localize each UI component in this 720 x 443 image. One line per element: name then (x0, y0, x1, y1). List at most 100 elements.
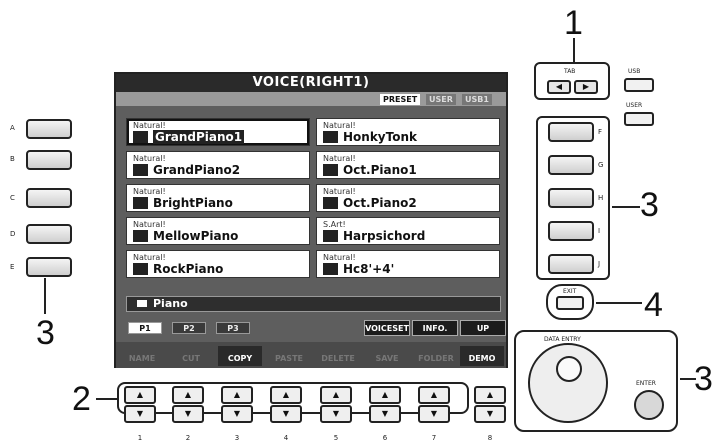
voice-category: S.Art! (323, 220, 346, 229)
button-i-label: I (598, 227, 601, 235)
button-d[interactable] (26, 224, 72, 244)
voice-name: MellowPiano (153, 229, 239, 243)
button-5-down[interactable]: ▼ (320, 405, 352, 423)
button-1-up[interactable]: ▲ (124, 386, 156, 404)
voice-item[interactable]: Natural! Oct.Piano1 (316, 151, 500, 179)
folder-path: Piano (126, 296, 501, 312)
piano-icon (133, 131, 148, 143)
button-h-label: H (598, 194, 604, 202)
button-5-up[interactable]: ▲ (320, 386, 352, 404)
func-name[interactable]: NAME (120, 346, 164, 366)
func-paste[interactable]: PASTE (267, 346, 311, 366)
button-3-down[interactable]: ▼ (221, 405, 253, 423)
button-c[interactable] (26, 188, 72, 208)
enter-button[interactable] (634, 390, 664, 420)
button-4-label: 4 (283, 434, 289, 442)
button-8-up[interactable]: ▲ (474, 386, 506, 404)
button-a-label: A (10, 124, 15, 132)
data-entry-label: DATA ENTRY (544, 336, 581, 343)
piano-icon (133, 164, 148, 176)
info-button[interactable]: INFO. (412, 320, 458, 336)
piano-icon (323, 164, 338, 176)
func-copy[interactable]: COPY (218, 346, 262, 366)
data-entry-dial[interactable] (528, 343, 608, 423)
tab-usb1[interactable]: USB1 (462, 94, 492, 105)
button-f[interactable] (548, 122, 594, 142)
button-2-label: 2 (185, 434, 191, 442)
voice-name: Harpsichord (343, 229, 426, 243)
button-6-up[interactable]: ▲ (369, 386, 401, 404)
button-6-label: 6 (382, 434, 388, 442)
bottom-button-2: ▲ ▼ (172, 386, 204, 426)
button-4-down[interactable]: ▼ (270, 405, 302, 423)
button-g[interactable] (548, 155, 594, 175)
func-delete[interactable]: DELETE (316, 346, 360, 366)
button-3-label: 3 (234, 434, 240, 442)
button-c-label: C (10, 194, 15, 202)
tab-p3[interactable]: P3 (216, 322, 250, 334)
callout-4: 4 (644, 286, 663, 324)
func-cut[interactable]: CUT (169, 346, 213, 366)
voice-item[interactable]: Natural! Oct.Piano2 (316, 184, 500, 212)
voice-item[interactable]: Natural! HonkyTonk (316, 118, 500, 146)
harpsichord-icon (323, 230, 338, 242)
button-6-down[interactable]: ▼ (369, 405, 401, 423)
button-7-up[interactable]: ▲ (418, 386, 450, 404)
tab-p2[interactable]: P2 (172, 322, 206, 334)
voice-category: Natural! (133, 154, 166, 163)
folder-icon (137, 300, 147, 307)
voice-item[interactable]: S.Art! Harpsichord (316, 217, 500, 245)
button-8-down[interactable]: ▼ (474, 405, 506, 423)
voice-item[interactable]: Natural! GrandPiano2 (126, 151, 310, 179)
usb-button[interactable] (624, 78, 654, 92)
tab-p1[interactable]: P1 (128, 322, 162, 334)
bottom-button-5: ▲ ▼ (320, 386, 352, 426)
voice-category: Natural! (323, 121, 356, 130)
bottom-button-3: ▲ ▼ (221, 386, 253, 426)
voice-item[interactable]: Natural! RockPiano (126, 250, 310, 278)
button-h[interactable] (548, 188, 594, 208)
tab-preset[interactable]: PRESET (380, 94, 421, 105)
tab-label: TAB (564, 68, 576, 75)
button-1-down[interactable]: ▼ (124, 405, 156, 423)
button-b[interactable] (26, 150, 72, 170)
voiceset-button[interactable]: VOICESET (364, 320, 410, 336)
callout-2: 2 (72, 380, 91, 418)
up-button[interactable]: UP (460, 320, 506, 336)
button-1-label: 1 (137, 434, 143, 442)
button-b-label: B (10, 155, 15, 163)
func-save[interactable]: SAVE (365, 346, 409, 366)
voice-name: Oct.Piano1 (343, 163, 417, 177)
voice-category: Natural! (133, 187, 166, 196)
tab-user[interactable]: USER (426, 94, 456, 105)
tab-left-button[interactable]: ◀ (547, 80, 571, 94)
button-i[interactable] (548, 221, 594, 241)
voice-item[interactable]: Natural! MellowPiano (126, 217, 310, 245)
func-folder[interactable]: FOLDER (414, 346, 458, 366)
button-j[interactable] (548, 254, 594, 274)
bottom-button-6: ▲ ▼ (369, 386, 401, 426)
voice-list: Natural! GrandPiano1 Natural! HonkyTonk … (126, 118, 501, 280)
button-a[interactable] (26, 119, 72, 139)
voice-item[interactable]: Natural! GrandPiano1 (126, 118, 310, 146)
button-2-down[interactable]: ▼ (172, 405, 204, 423)
user-label: USER (626, 102, 643, 109)
voice-item[interactable]: Natural! Hc8'+4' (316, 250, 500, 278)
enter-label: ENTER (636, 380, 656, 387)
user-button[interactable] (624, 112, 654, 126)
voice-name: Hc8'+4' (343, 262, 395, 276)
button-2-up[interactable]: ▲ (172, 386, 204, 404)
callout-3-dial: 3 (694, 360, 713, 398)
button-d-label: D (10, 230, 16, 238)
button-7-down[interactable]: ▼ (418, 405, 450, 423)
voice-item[interactable]: Natural! BrightPiano (126, 184, 310, 212)
button-e[interactable] (26, 257, 72, 277)
tab-right-button[interactable]: ▶ (574, 80, 598, 94)
func-demo[interactable]: DEMO (460, 346, 504, 366)
voice-category: Natural! (323, 187, 356, 196)
button-4-up[interactable]: ▲ (270, 386, 302, 404)
bottom-button-7: ▲ ▼ (418, 386, 450, 426)
button-3-up[interactable]: ▲ (221, 386, 253, 404)
exit-button[interactable] (556, 296, 584, 310)
bottom-button-4: ▲ ▼ (270, 386, 302, 426)
